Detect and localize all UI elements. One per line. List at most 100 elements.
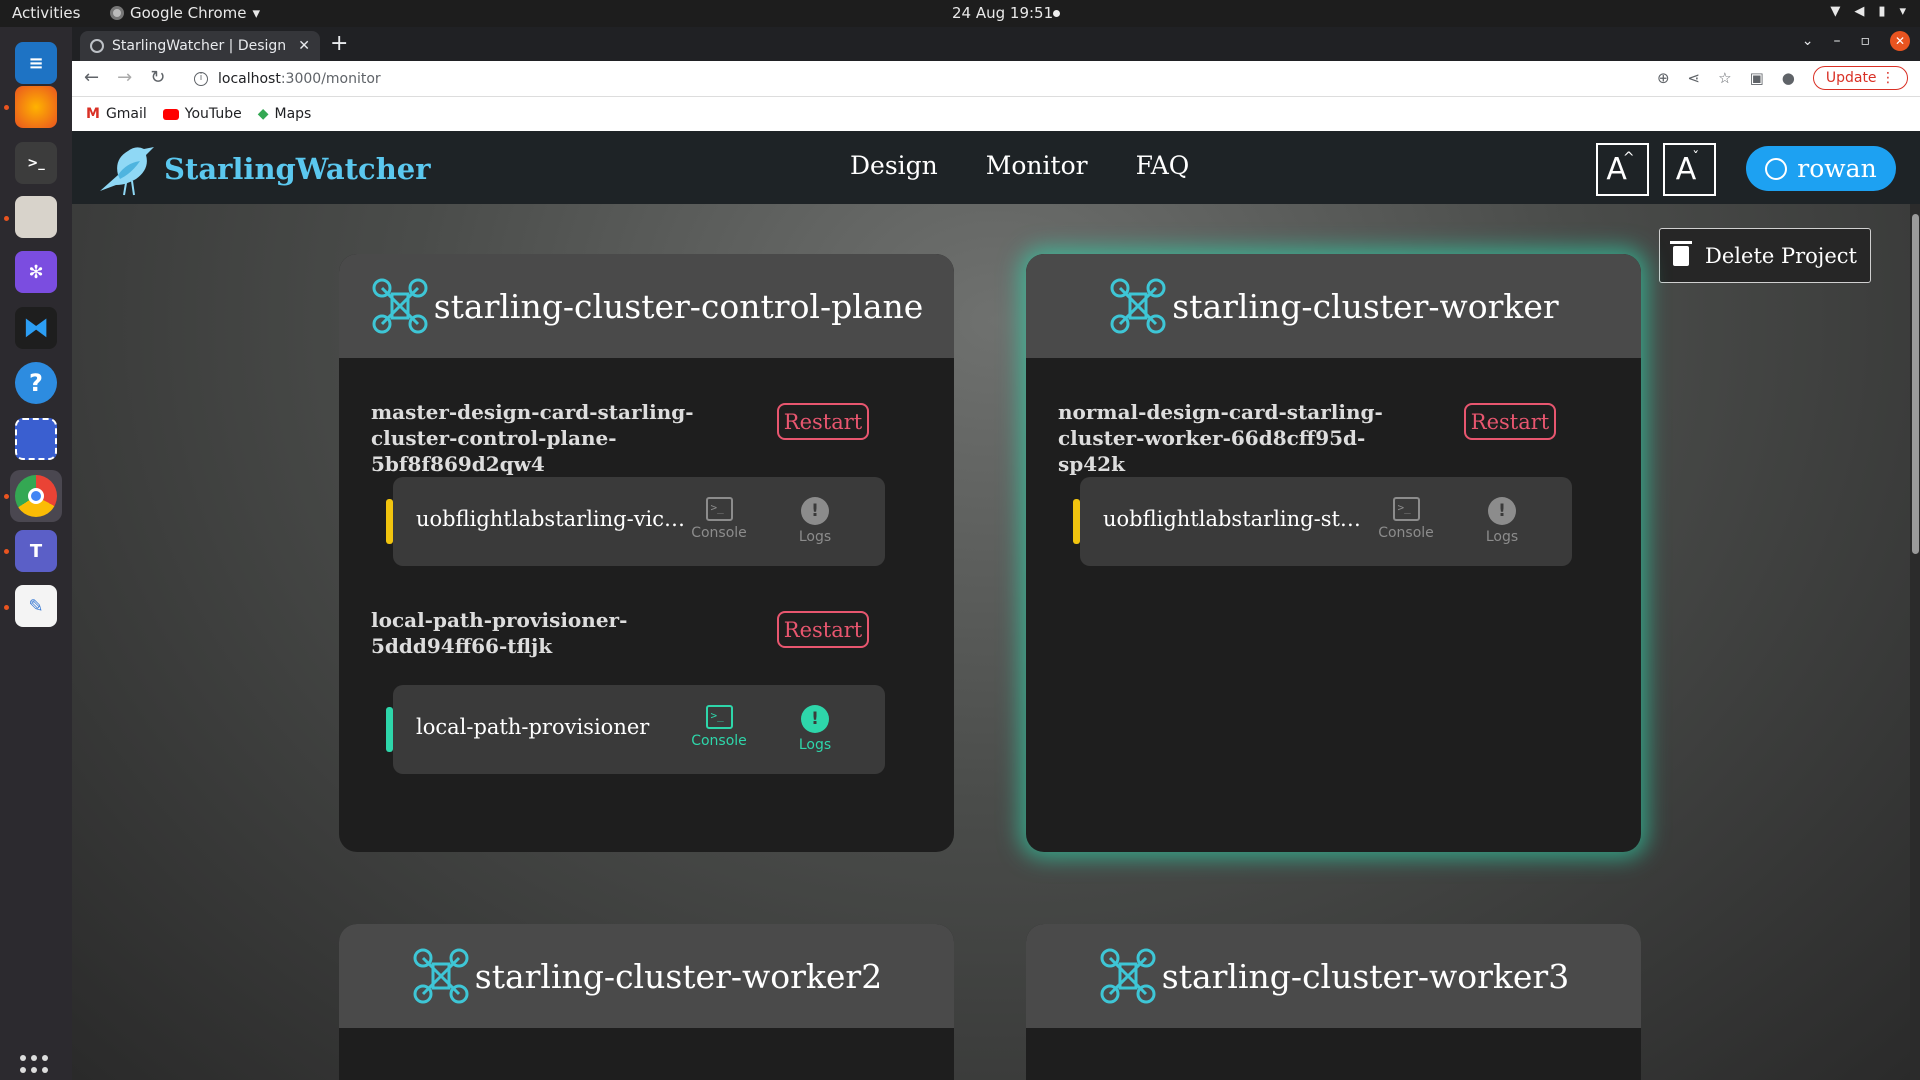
youtube-icon <box>162 108 179 120</box>
tab-title: StarlingWatcher | Design <box>112 38 287 54</box>
system-tray[interactable]: ▼ ◀ ▮ ▾ <box>1830 4 1906 19</box>
dock-firefox[interactable] <box>10 81 62 133</box>
nav-faq[interactable]: FAQ <box>1136 151 1190 180</box>
close-tab-icon[interactable]: ✕ <box>298 38 310 54</box>
bookmark-maps[interactable]: ◆ Maps <box>258 106 312 122</box>
dock-slack[interactable]: ✻ <box>10 246 62 298</box>
dock-chrome[interactable] <box>10 470 62 522</box>
console-button[interactable]: >_ Console <box>689 705 749 749</box>
power-menu-icon: ▾ <box>1899 4 1906 19</box>
main-nav: Design Monitor FAQ <box>850 151 1189 180</box>
browser-tab[interactable]: StarlingWatcher | Design ✕ <box>80 31 320 61</box>
dock-vscode[interactable]: ⧓ <box>10 302 62 354</box>
running-indicator <box>4 549 9 554</box>
console-button[interactable]: >_ Console <box>1376 497 1436 541</box>
back-button[interactable]: ← <box>84 67 99 88</box>
container-row: uobflightlabstarling-vicon-… >_ Console !… <box>386 477 885 566</box>
activities-button[interactable]: Activities <box>12 4 80 22</box>
site-info-icon[interactable]: i <box>194 72 208 86</box>
dock-help[interactable]: ? <box>10 357 62 409</box>
nav-monitor[interactable]: Monitor <box>986 151 1088 180</box>
volume-icon: ◀ <box>1854 4 1865 19</box>
globe-icon <box>90 39 104 53</box>
share-icon[interactable]: ⋖ <box>1688 69 1701 87</box>
page-scrollbar[interactable] <box>1910 204 1920 1080</box>
zoom-icon[interactable]: ⊕ <box>1657 69 1670 87</box>
bookmark-star-icon[interactable]: ☆ <box>1718 69 1731 87</box>
logs-label: Logs <box>1485 529 1519 545</box>
node-card-header: starling-cluster-worker <box>1026 254 1641 358</box>
bookmark-youtube[interactable]: YouTube <box>162 106 242 122</box>
logs-label: Logs <box>798 529 832 545</box>
scrollbar-thumb[interactable] <box>1912 214 1919 554</box>
delete-project-label: Delete Project <box>1705 243 1857 268</box>
minimize-button[interactable]: – <box>1834 33 1841 49</box>
logs-button[interactable]: ! Logs <box>785 497 845 545</box>
caret-up-icon: ^ <box>1622 149 1635 166</box>
side-panel-icon[interactable]: ▣ <box>1750 69 1764 87</box>
console-label: Console <box>1378 525 1434 541</box>
restart-button[interactable]: Restart <box>777 403 869 440</box>
profile-icon[interactable]: ● <box>1782 69 1795 87</box>
dock-terminal[interactable]: >_ <box>10 137 62 189</box>
dock-screenshot[interactable] <box>10 413 62 465</box>
chevron-down-icon: ▾ <box>252 4 261 22</box>
bookmark-label: YouTube <box>184 106 242 122</box>
node-card: starling-cluster-worker3 <box>1026 924 1641 1080</box>
nav-design[interactable]: Design <box>850 151 938 180</box>
restart-button[interactable]: Restart <box>1464 403 1556 440</box>
terminal-icon: >_ <box>705 705 733 729</box>
tab-search-icon[interactable]: ⌄ <box>1802 33 1814 49</box>
delete-project-button[interactable]: Delete Project <box>1659 228 1871 283</box>
node-name: starling-cluster-worker <box>1172 286 1559 326</box>
status-bar-running <box>386 707 393 752</box>
node-card: starling-cluster-control-plane master-de… <box>339 254 954 852</box>
node-card-header: starling-cluster-worker2 <box>339 924 954 1028</box>
drone-icon <box>372 278 428 334</box>
reload-button[interactable]: ↻ <box>150 67 165 88</box>
close-window-button[interactable]: ✕ <box>1890 31 1910 51</box>
node-card-header: starling-cluster-control-plane <box>339 254 954 358</box>
terminal-icon: >_ <box>15 142 57 184</box>
maximize-button[interactable]: ▫ <box>1861 33 1871 49</box>
os-top-bar: Activities Google Chrome ▾ 24 Aug 19:51 … <box>0 0 1920 27</box>
brand-logo[interactable]: StarlingWatcher <box>96 139 431 199</box>
pod-name: local-path-provisioner-5ddd94ff66-tfljk <box>371 608 628 658</box>
pod: normal-design-card-starling-cluster-work… <box>1026 399 1641 476</box>
show-apps-button[interactable] <box>20 1055 52 1080</box>
drone-icon <box>413 948 469 1004</box>
document-icon: ≡ <box>15 42 57 84</box>
address-bar[interactable]: i localhost:3000/monitor <box>182 65 1642 93</box>
gmail-icon: M <box>86 106 100 122</box>
alert-icon: ! <box>1488 497 1516 525</box>
console-label: Console <box>691 525 747 541</box>
forward-button[interactable]: → <box>117 67 132 88</box>
help-icon: ? <box>15 362 57 404</box>
update-label: Update <box>1825 70 1877 86</box>
logs-button[interactable]: ! Logs <box>785 705 845 753</box>
logs-button[interactable]: ! Logs <box>1472 497 1532 545</box>
container-name: uobflightlabstarling-starlin… <box>1103 507 1373 531</box>
dock-editor[interactable]: ✎ <box>10 580 62 632</box>
bookmark-label: Maps <box>274 106 312 122</box>
restart-button[interactable]: Restart <box>777 611 869 648</box>
new-tab-button[interactable]: + <box>330 31 348 56</box>
font-decrease-button[interactable]: Aˇ <box>1663 143 1716 196</box>
app-menu[interactable]: Google Chrome ▾ <box>110 4 260 22</box>
container-row: uobflightlabstarling-starlin… >_Console … <box>1073 477 1572 566</box>
text-editor-icon: ✎ <box>15 585 57 627</box>
dock-files[interactable] <box>10 191 62 243</box>
drone-icon <box>1100 948 1156 1004</box>
dock-teams[interactable]: T <box>10 525 62 577</box>
web-page: StarlingWatcher Design Monitor FAQ A ^ Aˇ… <box>72 131 1920 1080</box>
bookmarks-bar: M Gmail YouTube ◆ Maps <box>72 97 1920 131</box>
bookmark-gmail[interactable]: M Gmail <box>86 106 147 122</box>
clock[interactable]: 24 Aug 19:51 <box>952 4 1053 22</box>
status-bar-warning <box>1073 499 1080 544</box>
user-button[interactable]: rowan <box>1746 146 1896 191</box>
font-increase-button[interactable]: A ^ <box>1596 143 1649 196</box>
console-button[interactable]: >_ Console <box>689 497 749 541</box>
logs-label: Logs <box>798 737 832 753</box>
browser-toolbar: ← → ↻ i localhost:3000/monitor ⊕ ⋖ ☆ ▣ ●… <box>72 61 1920 97</box>
update-button[interactable]: Update ⋮ <box>1812 66 1908 90</box>
